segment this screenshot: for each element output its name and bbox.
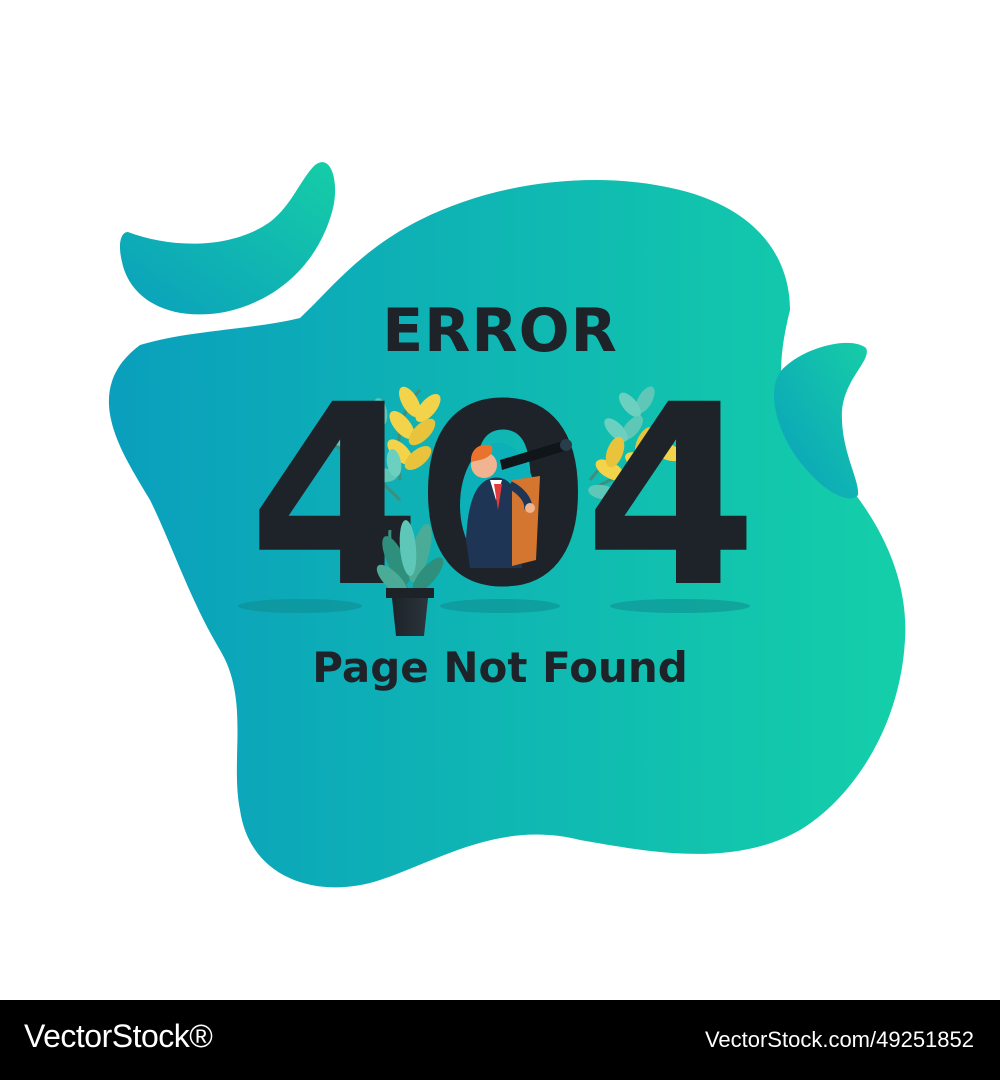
potted-plant-icon: [376, 520, 444, 636]
foreground-figures: [376, 439, 572, 636]
footer-image-id: VectorStock.com/49251852: [704, 1027, 974, 1052]
footer-bar: VectorStock® VectorStock.com/49251852: [0, 1000, 1000, 1080]
businessman-with-telescope-icon: [460, 439, 572, 568]
page: ERROR 404 Page Not Found: [0, 0, 1000, 1080]
footer-brand-logo: VectorStock®: [24, 1018, 213, 1054]
